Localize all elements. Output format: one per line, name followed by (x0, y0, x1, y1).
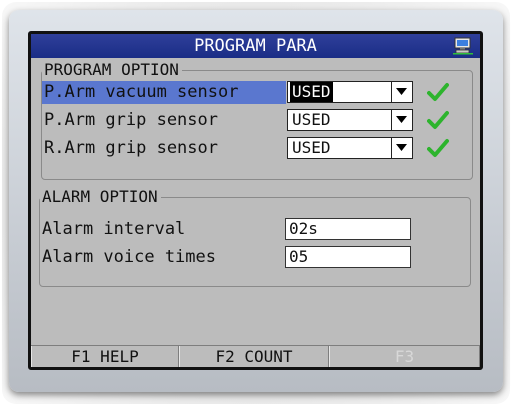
option-row-p-arm-grip[interactable]: P.Arm grip sensor USED (42, 109, 472, 132)
green-check-icon (427, 110, 449, 130)
f3-button[interactable]: F3 (329, 346, 480, 367)
alarm-interval-field[interactable]: 02s (285, 218, 411, 240)
option-row-r-arm-grip[interactable]: R.Arm grip sensor USED (42, 137, 472, 160)
alarm-voice-times-label: Alarm voice times (42, 247, 216, 267)
sensor-select[interactable]: USED (287, 109, 413, 131)
program-option-group: PROGRAM OPTION P.Arm vacuum sensor USED … (41, 61, 473, 180)
f2-count-button[interactable]: F2 COUNT (179, 346, 329, 367)
select-value: USED (290, 82, 333, 102)
lcd-screen: PROGRAM PARA PROGRAM OPTION P.Arm vacuum… (28, 31, 483, 370)
title-bar: PROGRAM PARA (31, 34, 480, 58)
option-label: P.Arm grip sensor (44, 110, 218, 130)
option-label: R.Arm grip sensor (44, 138, 218, 158)
device-bezel: PROGRAM PARA PROGRAM OPTION P.Arm vacuum… (9, 10, 503, 392)
f1-help-button[interactable]: F1 HELP (31, 346, 179, 367)
option-row-p-arm-vacuum[interactable]: P.Arm vacuum sensor USED (42, 81, 472, 104)
function-key-bar: F1 HELP F2 COUNT F3 (31, 345, 480, 367)
option-label: P.Arm vacuum sensor (42, 81, 286, 104)
green-check-icon (427, 82, 449, 102)
alarm-voice-times-row: Alarm voice times 05 (40, 246, 460, 269)
program-option-legend: PROGRAM OPTION (42, 61, 182, 79)
alarm-voice-times-field[interactable]: 05 (285, 246, 411, 268)
alarm-interval-label: Alarm interval (42, 219, 186, 239)
chevron-down-icon[interactable] (391, 110, 412, 130)
network-computer-icon[interactable] (452, 37, 474, 55)
chevron-down-icon[interactable] (391, 82, 412, 102)
alarm-option-group: ALARM OPTION Alarm interval 02s Alarm vo… (39, 188, 471, 287)
green-check-icon (427, 138, 449, 158)
select-value: USED (292, 138, 331, 157)
sensor-select[interactable]: USED (287, 137, 413, 159)
alarm-interval-row: Alarm interval 02s (40, 218, 460, 241)
select-value: USED (292, 110, 331, 129)
window-title: PROGRAM PARA (194, 36, 317, 56)
alarm-option-legend: ALARM OPTION (40, 188, 161, 206)
chevron-down-icon[interactable] (391, 138, 412, 158)
sensor-select[interactable]: USED (287, 81, 413, 103)
